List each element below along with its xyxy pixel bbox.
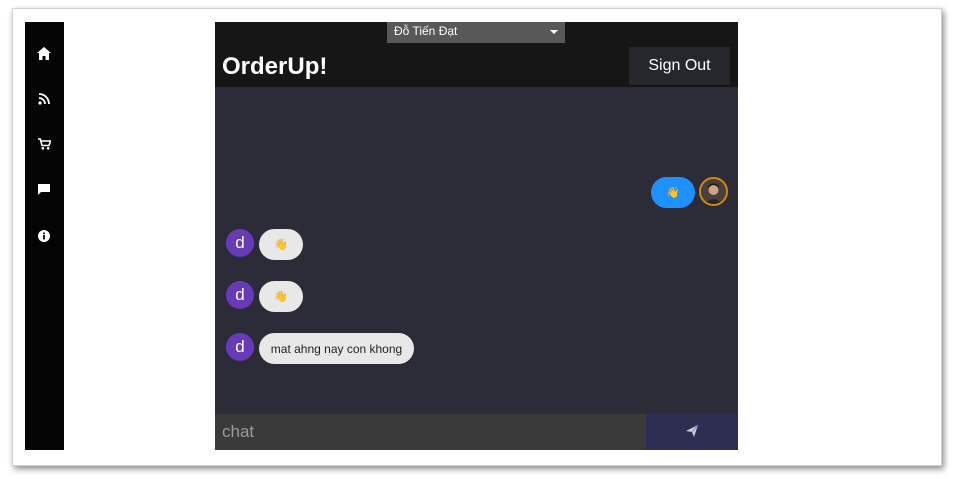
waving-hand-icon: 👋 bbox=[666, 187, 680, 199]
own-avatar bbox=[699, 177, 728, 206]
avatar-letter: d bbox=[235, 285, 245, 304]
caret-down-icon bbox=[550, 30, 558, 34]
home-icon[interactable] bbox=[33, 42, 55, 64]
avatar: d bbox=[226, 229, 254, 257]
sidebar bbox=[25, 22, 64, 450]
waving-hand-icon: 👋 bbox=[274, 291, 288, 303]
message-text: mat ahng nay con khong bbox=[270, 341, 403, 356]
sign-out-button[interactable]: Sign Out bbox=[629, 47, 730, 85]
avatar-letter: d bbox=[235, 233, 245, 252]
waving-hand-icon: 👋 bbox=[274, 239, 288, 251]
chat-icon[interactable] bbox=[33, 179, 55, 201]
chat-input[interactable] bbox=[215, 414, 646, 450]
cart-icon[interactable] bbox=[33, 133, 55, 155]
avatar: d bbox=[226, 281, 254, 309]
send-icon bbox=[685, 424, 699, 441]
user-select-value: Đỗ Tiến Đạt bbox=[394, 24, 458, 38]
send-button[interactable] bbox=[646, 414, 738, 450]
own-message-bubble: 👋 bbox=[651, 177, 695, 208]
message-bubble: 👋 bbox=[259, 229, 303, 260]
chat-app: Đỗ Tiến Đạt OrderUp! Sign Out 👋 d 👋 d 👋 … bbox=[215, 22, 738, 450]
composer bbox=[215, 414, 738, 450]
info-icon[interactable] bbox=[33, 225, 55, 247]
brand-title: OrderUp! bbox=[222, 53, 328, 80]
top-bar: Đỗ Tiến Đạt OrderUp! Sign Out bbox=[215, 22, 738, 87]
message-bubble: mat ahng nay con khong bbox=[259, 333, 414, 364]
rss-feed-icon[interactable] bbox=[33, 88, 55, 110]
message-bubble: 👋 bbox=[259, 281, 303, 312]
avatar-letter: d bbox=[235, 337, 245, 356]
avatar: d bbox=[226, 333, 254, 361]
user-select[interactable]: Đỗ Tiến Đạt bbox=[387, 22, 565, 43]
